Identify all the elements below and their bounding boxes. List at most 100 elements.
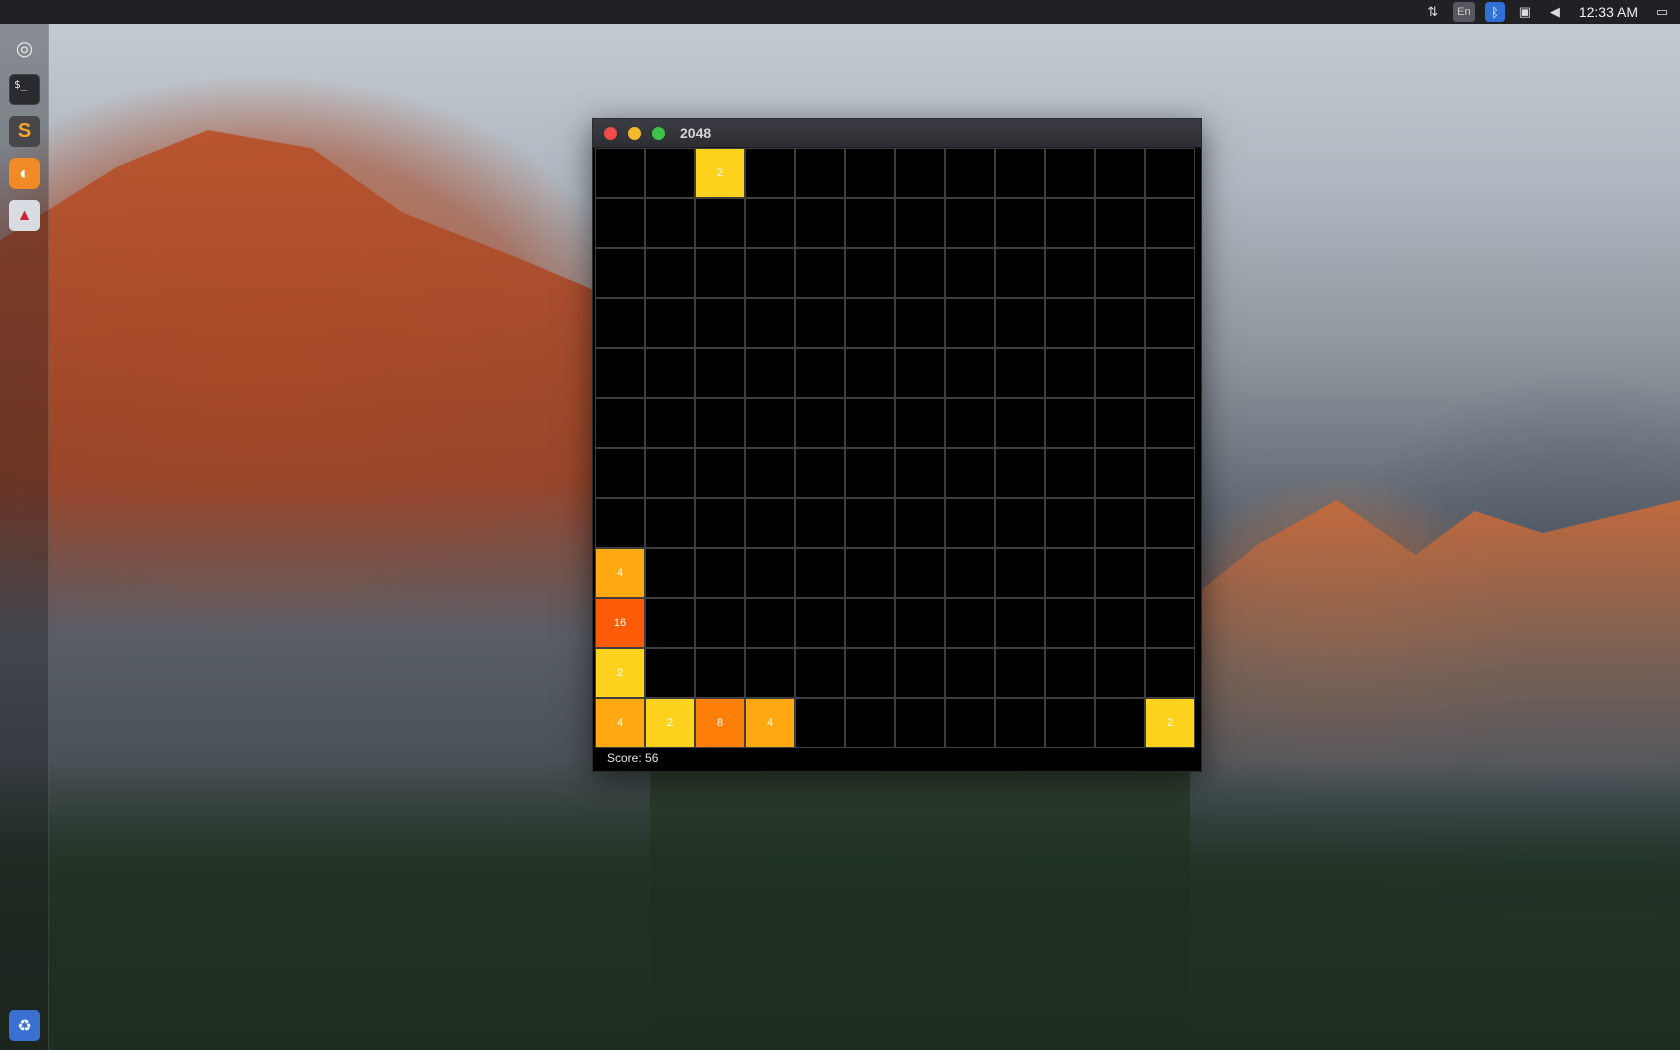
- window-title: 2048: [680, 125, 712, 141]
- empty-cell: [995, 248, 1045, 298]
- empty-cell: [595, 248, 645, 298]
- tile: 2: [595, 648, 645, 698]
- empty-cell: [1145, 498, 1195, 548]
- empty-cell: [895, 598, 945, 648]
- empty-cell: [1145, 648, 1195, 698]
- sublime-icon[interactable]: S: [9, 116, 40, 147]
- empty-cell: [895, 198, 945, 248]
- empty-cell: [645, 648, 695, 698]
- game-window: 2048 2 4 16 2 4 2 8 4 2 Score: 56: [592, 118, 1202, 772]
- empty-cell: [1095, 148, 1145, 198]
- empty-cell: [795, 148, 845, 198]
- empty-cell: [795, 248, 845, 298]
- tile: 2: [695, 148, 745, 198]
- empty-cell: [945, 148, 995, 198]
- empty-cell: [745, 498, 795, 548]
- ubuntu-logo-icon[interactable]: ◎: [9, 33, 40, 64]
- empty-cell: [745, 448, 795, 498]
- empty-cell: [745, 148, 795, 198]
- wallpaper-forest: [0, 760, 1680, 1050]
- empty-cell: [845, 348, 895, 398]
- firefox-icon[interactable]: ◐: [9, 158, 40, 189]
- game-board[interactable]: 2 4 16 2 4 2 8 4 2: [595, 148, 1195, 748]
- tile: 2: [645, 698, 695, 748]
- bluetooth-icon[interactable]: ᛒ: [1484, 2, 1505, 22]
- empty-cell: [795, 698, 845, 748]
- empty-cell: [1095, 498, 1145, 548]
- empty-cell: [645, 198, 695, 248]
- trash-icon[interactable]: ♻: [9, 1010, 40, 1041]
- empty-cell: [695, 548, 745, 598]
- empty-cell: [1145, 148, 1195, 198]
- empty-cell: [845, 648, 895, 698]
- close-button[interactable]: [604, 127, 617, 140]
- empty-cell: [1045, 148, 1095, 198]
- clipboard-icon[interactable]: ▣: [1515, 2, 1535, 22]
- empty-cell: [645, 548, 695, 598]
- tile: 16: [595, 598, 645, 648]
- clock[interactable]: 12:33 AM: [1575, 4, 1642, 20]
- empty-cell: [1095, 298, 1145, 348]
- empty-cell: [645, 248, 695, 298]
- empty-cell: [1145, 248, 1195, 298]
- empty-cell: [845, 198, 895, 248]
- empty-cell: [645, 148, 695, 198]
- empty-cell: [695, 648, 745, 698]
- empty-cell: [945, 348, 995, 398]
- empty-cell: [1045, 298, 1095, 348]
- empty-cell: [995, 298, 1045, 348]
- empty-cell: [745, 548, 795, 598]
- empty-cell: [1145, 598, 1195, 648]
- empty-cell: [645, 448, 695, 498]
- empty-cell: [795, 198, 845, 248]
- minimize-button[interactable]: [628, 127, 641, 140]
- empty-cell: [895, 298, 945, 348]
- empty-cell: [1045, 348, 1095, 398]
- empty-cell: [1145, 348, 1195, 398]
- empty-cell: [1145, 298, 1195, 348]
- java-icon[interactable]: ▲: [9, 200, 40, 231]
- empty-cell: [895, 698, 945, 748]
- empty-cell: [995, 548, 1045, 598]
- empty-cell: [595, 148, 645, 198]
- empty-cell: [645, 398, 695, 448]
- empty-cell: [795, 348, 845, 398]
- empty-cell: [1045, 598, 1095, 648]
- empty-cell: [1095, 248, 1145, 298]
- empty-cell: [1045, 398, 1095, 448]
- terminal-icon[interactable]: $_: [9, 74, 40, 105]
- window-titlebar[interactable]: 2048: [593, 119, 1201, 148]
- empty-cell: [1145, 448, 1195, 498]
- maximize-button[interactable]: [652, 127, 665, 140]
- empty-cell: [595, 498, 645, 548]
- empty-cell: [695, 248, 745, 298]
- empty-cell: [1095, 548, 1145, 598]
- volume-icon[interactable]: ◀: [1545, 2, 1565, 22]
- empty-cell: [895, 348, 945, 398]
- empty-cell: [995, 598, 1045, 648]
- empty-cell: [1095, 448, 1145, 498]
- empty-cell: [1045, 448, 1095, 498]
- empty-cell: [995, 698, 1045, 748]
- system-tray: ⇅ En ᛒ ▣ ◀ 12:33 AM ▭: [1423, 0, 1672, 24]
- empty-cell: [945, 648, 995, 698]
- empty-cell: [945, 598, 995, 648]
- empty-cell: [845, 248, 895, 298]
- empty-cell: [1045, 198, 1095, 248]
- empty-cell: [745, 598, 795, 648]
- empty-cell: [695, 448, 745, 498]
- empty-cell: [595, 298, 645, 348]
- tile: 2: [1145, 698, 1195, 748]
- keyboard-language-icon[interactable]: En: [1452, 2, 1475, 22]
- launcher: ◎ $_ S ◐ ▲ ♻: [0, 24, 49, 1050]
- empty-cell: [845, 698, 895, 748]
- empty-cell: [1095, 648, 1145, 698]
- empty-cell: [695, 598, 745, 648]
- empty-cell: [895, 648, 945, 698]
- network-icon[interactable]: ⇅: [1423, 2, 1443, 22]
- empty-cell: [795, 498, 845, 548]
- empty-cell: [995, 348, 1045, 398]
- session-icon[interactable]: ▭: [1652, 2, 1672, 22]
- score-label: Score: 56: [607, 751, 659, 765]
- empty-cell: [695, 298, 745, 348]
